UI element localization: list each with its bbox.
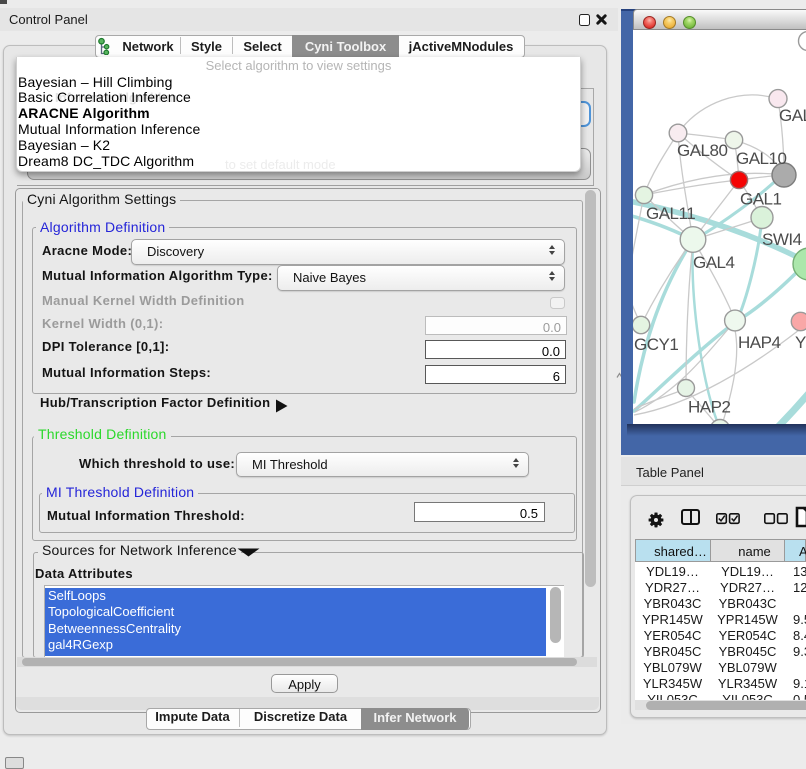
svg-text:GAL: GAL bbox=[779, 106, 806, 125]
svg-text:GAL4: GAL4 bbox=[693, 253, 735, 272]
svg-text:HAP2: HAP2 bbox=[688, 398, 730, 417]
svg-text:Y: Y bbox=[795, 333, 806, 352]
svg-text:SWI4: SWI4 bbox=[762, 230, 802, 249]
svg-text:GAL1: GAL1 bbox=[740, 190, 782, 209]
svg-text:GCY1: GCY1 bbox=[634, 335, 678, 354]
svg-text:HAP4: HAP4 bbox=[738, 333, 780, 352]
svg-text:GAL11: GAL11 bbox=[646, 204, 695, 223]
svg-text:GAL80: GAL80 bbox=[677, 141, 727, 160]
svg-text:GAL10: GAL10 bbox=[736, 149, 786, 168]
